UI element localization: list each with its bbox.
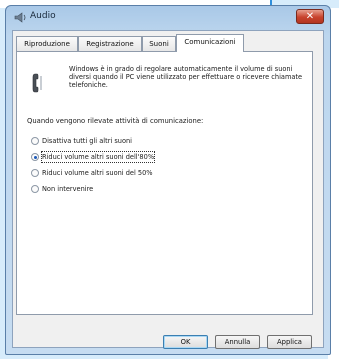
- tab-strip: Riproduzione Registrazione Suoni Comunic…: [16, 34, 316, 52]
- option-label[interactable]: Riduci volume altri suoni dell'80%: [40, 151, 156, 163]
- tab-suoni[interactable]: Suoni: [142, 36, 176, 51]
- radio-button[interactable]: [31, 185, 39, 193]
- cancel-button[interactable]: Annulla: [215, 335, 260, 349]
- radio-button[interactable]: [31, 169, 39, 177]
- phone-icon: [32, 73, 42, 93]
- window-title: Audio: [30, 11, 56, 21]
- apply-button[interactable]: Applica: [267, 335, 312, 349]
- communications-panel: Windows è in grado di regolare automatic…: [16, 51, 313, 315]
- speaker-icon: [14, 12, 26, 23]
- tab-riproduzione[interactable]: Riproduzione: [16, 36, 78, 51]
- tab-registrazione[interactable]: Registrazione: [78, 36, 142, 51]
- ok-button[interactable]: OK: [163, 335, 208, 349]
- audio-dialog: Audio ✕ Riproduzione Registrazione Suoni…: [5, 5, 331, 355]
- close-button[interactable]: ✕: [296, 9, 324, 24]
- radio-button[interactable]: [31, 137, 39, 145]
- option-label[interactable]: Disattiva tutti gli altri suoni: [42, 136, 132, 146]
- close-icon: ✕: [305, 11, 315, 22]
- description-text: Windows è in grado di regolare automatic…: [69, 65, 303, 89]
- tab-comunicazioni[interactable]: Comunicazioni: [176, 34, 244, 52]
- option-label[interactable]: Non intervenire: [42, 184, 93, 194]
- question-label: Quando vengono rilevate attività di comu…: [27, 117, 204, 125]
- option-label[interactable]: Riduci volume altri suoni del 50%: [42, 168, 153, 178]
- title-bar[interactable]: Audio ✕: [6, 6, 330, 30]
- dialog-body: Riproduzione Registrazione Suoni Comunic…: [12, 30, 324, 349]
- radio-button-selected[interactable]: [31, 153, 39, 161]
